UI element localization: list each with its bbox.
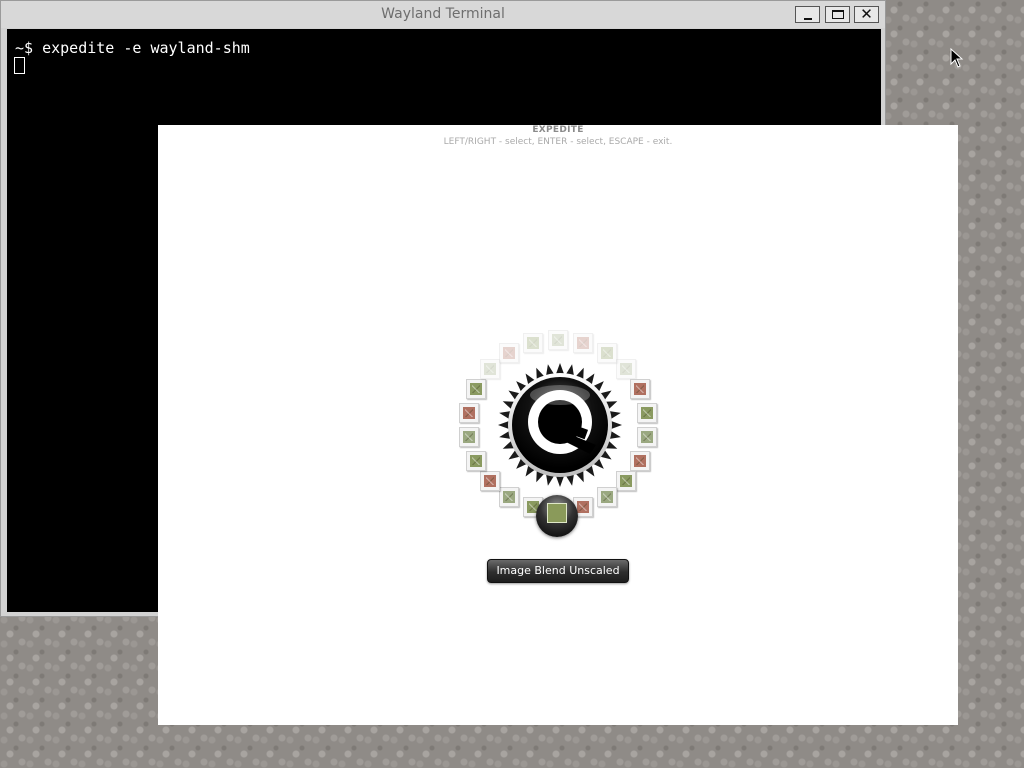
test-thumbnail[interactable] [629,379,650,400]
minimize-button[interactable] [795,6,820,23]
maximize-button[interactable] [825,6,850,23]
test-thumbnail[interactable] [466,450,487,471]
test-thumbnail[interactable] [629,450,650,471]
test-thumbnail[interactable] [458,402,479,423]
selected-test-label[interactable]: Image Blend Unscaled [487,559,629,583]
test-thumbnail[interactable] [466,379,487,400]
terminal-title: Wayland Terminal [381,6,505,22]
terminal-titlebar[interactable]: Wayland Terminal ✕ [1,1,885,28]
terminal-cursor [14,57,25,74]
test-thumbnail[interactable] [479,359,500,379]
expedite-title: EXPEDITE [532,125,584,135]
test-thumbnail[interactable] [637,427,658,448]
mouse-pointer-icon [950,48,964,68]
test-thumbnail[interactable] [458,427,479,448]
maximize-icon [826,7,849,22]
expedite-help-text: LEFT/RIGHT - select, ENTER - select, ESC… [443,137,673,147]
enlightenment-logo-icon [498,363,622,487]
test-thumbnail[interactable] [637,402,658,423]
terminal-prompt-line: ~$ expedite -e wayland-shm [15,39,250,57]
close-button[interactable]: ✕ [854,6,879,23]
selected-test-indicator[interactable] [536,495,578,537]
minimize-icon [796,7,819,22]
selected-thumbnail [547,503,567,523]
close-icon: ✕ [860,5,873,23]
test-thumbnail[interactable] [479,470,500,491]
test-thumbnail[interactable] [548,329,568,350]
expedite-window[interactable]: EXPEDITE LEFT/RIGHT - select, ENTER - se… [158,125,958,725]
